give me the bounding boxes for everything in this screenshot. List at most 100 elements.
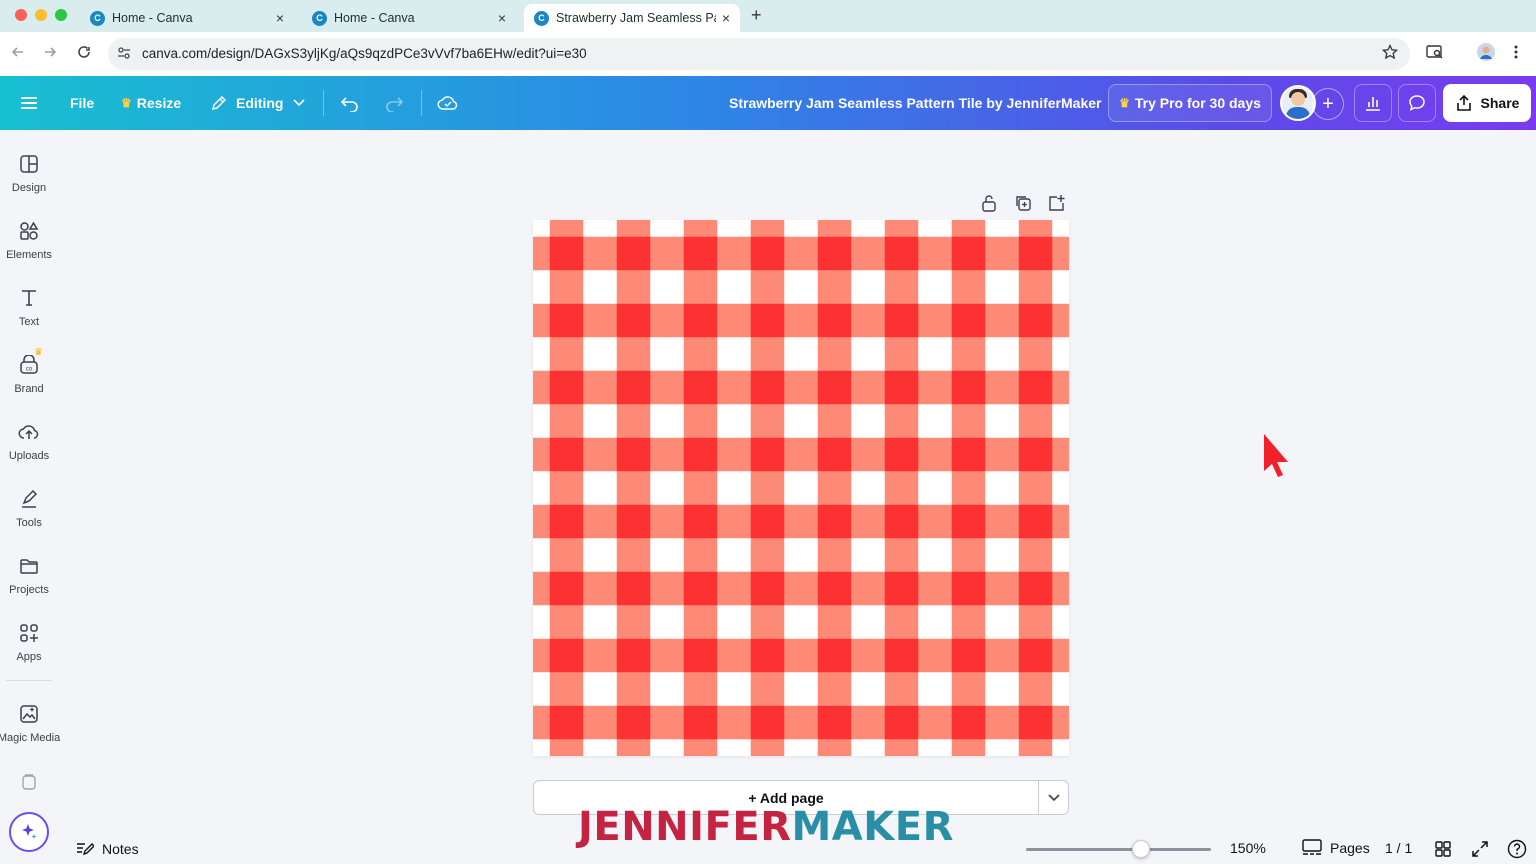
browser-tab-2[interactable]: C Home - Canva ×: [302, 4, 516, 32]
browser-menu-icon[interactable]: [1513, 44, 1519, 64]
maximize-window-button[interactable]: [55, 9, 67, 21]
gingham-cell: [1018, 337, 1053, 372]
search-tab-icon[interactable]: [1426, 44, 1444, 64]
editing-mode-button[interactable]: Editing: [210, 76, 306, 130]
gingham-cell: [717, 337, 752, 372]
gingham-cell: [583, 404, 618, 439]
gingham-cell: [549, 672, 584, 707]
gingham-cell: [650, 303, 685, 338]
back-arrow-icon[interactable]: [10, 44, 26, 65]
zoom-level[interactable]: 150%: [1230, 840, 1266, 856]
gingham-cell: [717, 471, 752, 506]
tab-close-icon[interactable]: ×: [498, 10, 506, 26]
gingham-cell: [884, 370, 919, 405]
gingham-cell: [616, 538, 651, 573]
sidebar-item-brand[interactable]: co ♛ Brand: [0, 347, 58, 395]
gingham-cell: [817, 705, 852, 740]
gingham-cell: [750, 538, 785, 573]
zoom-slider[interactable]: [1026, 848, 1211, 851]
sidebar-item-uploads[interactable]: Uploads: [0, 420, 58, 462]
gingham-cell: [717, 404, 752, 439]
add-page-icon[interactable]: [1046, 193, 1066, 213]
gingham-cell: [683, 638, 718, 673]
share-upload-icon: [1455, 94, 1473, 112]
svg-text:co: co: [26, 367, 33, 373]
gingham-cell: [683, 672, 718, 707]
invite-plus-icon[interactable]: +: [1312, 88, 1344, 120]
sidebar-item-projects[interactable]: Projects: [0, 554, 58, 596]
undo-icon[interactable]: [340, 76, 360, 130]
magic-assistant-button[interactable]: [9, 812, 49, 852]
gingham-cell: [918, 404, 953, 439]
gingham-cell: [1018, 504, 1053, 539]
sidebar-item-text[interactable]: Text: [0, 286, 58, 328]
sidebar-item-more[interactable]: [0, 770, 58, 794]
zoom-slider-handle[interactable]: [1131, 840, 1150, 858]
gingham-cell: [985, 672, 1020, 707]
reload-icon[interactable]: [76, 44, 92, 65]
file-label: File: [70, 95, 95, 111]
comment-icon[interactable]: [1398, 84, 1436, 122]
document-title[interactable]: Strawberry Jam Seamless Pattern Tile by …: [729, 76, 1101, 130]
grid-view-icon[interactable]: [1433, 839, 1453, 859]
gingham-cell: [784, 303, 819, 338]
insights-chart-icon[interactable]: [1354, 84, 1392, 122]
help-icon[interactable]: [1507, 839, 1527, 859]
tab-close-icon[interactable]: ×: [722, 10, 730, 26]
browser-tab-1[interactable]: C Home - Canva ×: [80, 4, 294, 32]
sidebar-item-label: Brand: [14, 383, 44, 395]
gingham-cell: [918, 337, 953, 372]
gingham-cell: [951, 471, 986, 506]
gingham-cell: [650, 404, 685, 439]
gingham-cell: [851, 538, 886, 573]
chevron-down-icon: [293, 99, 306, 107]
url-bar[interactable]: canva.com/design/DAGxS3yljKg/aQs9qzdPCe3…: [108, 38, 1410, 70]
try-pro-button[interactable]: ♛ Try Pro for 30 days: [1108, 84, 1272, 122]
duplicate-page-icon[interactable]: [1013, 193, 1033, 213]
sidebar-item-magic-media[interactable]: Magic Media: [0, 702, 60, 744]
sidebar-item-design[interactable]: Design: [0, 152, 58, 194]
sidebar-item-elements[interactable]: Elements: [0, 219, 58, 261]
gingham-cell: [583, 705, 618, 740]
magic-media-icon: [17, 702, 41, 726]
gingham-cell: [918, 236, 953, 271]
add-page-options-button[interactable]: [1039, 781, 1069, 814]
pages-button[interactable]: Pages: [1302, 839, 1370, 857]
redo-icon[interactable]: [384, 76, 404, 130]
gingham-cell: [784, 605, 819, 640]
close-window-button[interactable]: [15, 9, 27, 21]
profile-avatar-icon[interactable]: [1476, 42, 1496, 66]
browser-tab-active[interactable]: C Strawberry Jam Seamless Pat ×: [524, 4, 740, 32]
fullscreen-icon[interactable]: [1470, 839, 1490, 859]
new-tab-icon[interactable]: +: [751, 5, 762, 26]
design-icon: [17, 152, 41, 176]
file-menu-button[interactable]: File: [70, 76, 94, 130]
gingham-cell: [583, 672, 618, 707]
gingham-cell: [650, 504, 685, 539]
gingham-cell: [549, 437, 584, 472]
forward-arrow-icon[interactable]: [42, 44, 58, 65]
sidebar-item-apps[interactable]: Apps: [0, 621, 58, 663]
gingham-cell: [884, 739, 919, 756]
notes-button[interactable]: Notes: [76, 838, 139, 860]
sidebar-item-tools[interactable]: Tools: [0, 487, 58, 529]
gingham-cell: [1052, 605, 1069, 640]
gingham-cell: [616, 220, 651, 238]
site-settings-icon[interactable]: [117, 46, 131, 63]
cloud-saved-icon[interactable]: [437, 76, 459, 130]
gingham-cell: [985, 471, 1020, 506]
bookmark-star-icon[interactable]: [1381, 43, 1399, 65]
resize-button[interactable]: ♛ Resize: [121, 76, 181, 130]
gingham-cell: [884, 571, 919, 606]
gingham-cell: [533, 337, 551, 372]
lock-page-icon[interactable]: [979, 193, 999, 213]
minimize-window-button[interactable]: [35, 9, 47, 21]
gingham-cell: [533, 705, 551, 740]
gingham-cell: [533, 236, 551, 271]
user-avatar[interactable]: [1280, 85, 1316, 121]
hamburger-menu-icon[interactable]: [21, 76, 37, 130]
sidebar-item-label: Text: [18, 316, 40, 328]
tab-close-icon[interactable]: ×: [276, 10, 284, 26]
share-button[interactable]: Share: [1443, 84, 1531, 122]
design-canvas[interactable]: [533, 220, 1069, 756]
